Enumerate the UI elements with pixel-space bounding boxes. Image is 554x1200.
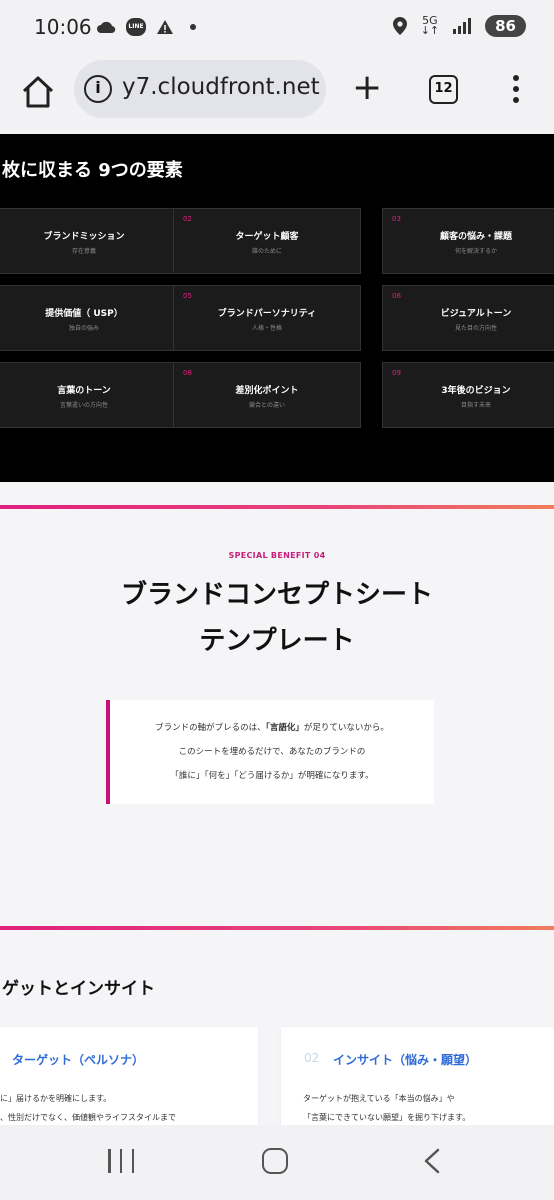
browser-toolbar: i y7.cloudfront.net + 12 bbox=[0, 56, 554, 134]
dot-icon bbox=[190, 24, 196, 30]
card-text-line-1: ターゲットが抱えている「本当の悩み」や bbox=[303, 1094, 455, 1103]
card-number: 03 bbox=[392, 215, 401, 223]
card-heading: インサイト（悩み・願望） bbox=[333, 1053, 478, 1067]
cloud-icon bbox=[97, 21, 116, 34]
gradient-divider bbox=[0, 926, 554, 930]
card-subtitle: 独自の強み bbox=[68, 325, 99, 332]
card-number: 06 bbox=[392, 292, 401, 300]
status-bar: 10:06 LINE 5G ↓↑ 86 bbox=[0, 0, 554, 56]
warning-icon bbox=[157, 20, 173, 34]
card-subtitle: 存在意義 bbox=[71, 248, 96, 255]
element-card: ブランドミッション 存在意義 bbox=[0, 208, 178, 274]
network-label: 5G bbox=[422, 14, 438, 27]
address-bar[interactable]: i y7.cloudfront.net bbox=[74, 60, 326, 118]
card-title: 差別化ポイント bbox=[235, 386, 299, 396]
quote-line-1-pre: ブランドの軸がブレるのは、 bbox=[155, 723, 266, 733]
recent-apps-icon[interactable] bbox=[108, 1149, 134, 1173]
quote-line-2: このシートを埋めるだけで、あなたのブランドの bbox=[178, 747, 366, 757]
card-heading: ターゲット（ペルソナ） bbox=[12, 1053, 145, 1067]
card-subtitle: 言葉遣いの方向性 bbox=[59, 402, 108, 409]
home-nav-icon[interactable] bbox=[262, 1148, 288, 1174]
element-card: 02 ターゲット顧客 誰のために bbox=[173, 208, 361, 274]
status-notifications: LINE bbox=[96, 18, 196, 36]
card-title: 言葉のトーン bbox=[57, 386, 111, 396]
card-title: 3年後のビジョン bbox=[441, 386, 511, 396]
benefit-label: SPECIAL BENEFIT 04 bbox=[228, 551, 326, 560]
card-title: 顧客の悩み・課題 bbox=[439, 232, 512, 242]
elements-section-title: 枚に収まる 9つの要素 bbox=[2, 160, 183, 181]
more-menu-icon[interactable] bbox=[506, 72, 526, 108]
status-time: 10:06 bbox=[34, 15, 92, 39]
network-type: 5G ↓↑ bbox=[420, 14, 440, 37]
element-card: 提供価値（ USP） 独自の強み bbox=[0, 285, 178, 351]
card-number: 02 bbox=[304, 1051, 320, 1065]
card-text-line-2: 「言葉にできていない願望」を掘り下げます。 bbox=[303, 1113, 471, 1122]
card-title: ターゲット顧客 bbox=[235, 232, 299, 242]
system-nav-bar bbox=[0, 1125, 554, 1200]
card-number: 08 bbox=[183, 369, 192, 377]
card-subtitle: 競合との違い bbox=[249, 402, 285, 409]
quote-line-1-post: が足りていないから。 bbox=[303, 723, 389, 733]
new-tab-icon[interactable]: + bbox=[352, 70, 382, 106]
card-title: ブランドミッション bbox=[43, 232, 125, 242]
element-card: 言葉のトーン 言葉遣いの方向性 bbox=[0, 362, 178, 428]
card-text-line-1: に」届けるかを明確にします。 bbox=[0, 1094, 112, 1103]
gradient-divider bbox=[0, 505, 554, 509]
line-app-label: LINE bbox=[128, 23, 144, 30]
card-text-line-2: 、性別だけでなく、価値観やライフスタイルまで bbox=[0, 1113, 176, 1122]
element-card: 08 差別化ポイント 競合との違い bbox=[173, 362, 361, 428]
card-subtitle: 見た目の方向性 bbox=[454, 325, 497, 332]
card-number: 09 bbox=[392, 369, 401, 377]
card-title: 提供価値（ USP） bbox=[45, 309, 123, 319]
quote-emphasis: 「言語化」 bbox=[265, 723, 304, 733]
elements-section: 枚に収まる 9つの要素 ブランドミッション 存在意義 02 ターゲット顧客 誰の… bbox=[0, 134, 554, 482]
card-number: 02 bbox=[183, 215, 192, 223]
tab-switcher-button[interactable]: 12 bbox=[429, 75, 458, 104]
card-subtitle: 何を解決するか bbox=[454, 248, 497, 255]
benefit-title-line1: ブランドコンセプトシート bbox=[120, 580, 433, 610]
battery-indicator: 86 bbox=[485, 15, 526, 37]
element-card: 03 顧客の悩み・課題 何を解決するか bbox=[382, 208, 554, 274]
element-card: 09 3年後のビジョン 目指す未来 bbox=[382, 362, 554, 428]
status-system-icons: 5G ↓↑ 86 bbox=[392, 14, 526, 37]
card-subtitle: 人格・性格 bbox=[251, 325, 282, 332]
back-icon[interactable] bbox=[420, 1147, 446, 1175]
benefit-quote-box: ブランドの軸がブレるのは、「言語化」が足りていないから。 このシートを埋めるだけ… bbox=[106, 700, 434, 804]
card-title: ビジュアルトーン bbox=[440, 309, 512, 319]
line-app-icon: LINE bbox=[126, 18, 146, 36]
benefit-title: ブランドコンセプトシート テンプレート bbox=[0, 572, 554, 664]
element-card: 06 ビジュアルトーン 見た目の方向性 bbox=[382, 285, 554, 351]
location-icon bbox=[392, 17, 407, 35]
card-number: 05 bbox=[183, 292, 192, 300]
card-title: ブランドパーソナリティ bbox=[217, 309, 317, 319]
card-subtitle: 目指す未来 bbox=[460, 402, 491, 409]
quote-line-1: ブランドの軸がブレるのは、「言語化」が足りていないから。 bbox=[110, 721, 434, 733]
site-info-icon[interactable]: i bbox=[84, 75, 112, 103]
home-icon[interactable] bbox=[18, 72, 58, 112]
card-subtitle: 誰のために bbox=[251, 248, 282, 255]
element-card: 05 ブランドパーソナリティ 人格・性格 bbox=[173, 285, 361, 351]
benefit-title-line2: テンプレート bbox=[199, 626, 355, 656]
quote-line-3: 「誰に」「何を」「どう届けるか」が明確になります。 bbox=[170, 771, 374, 781]
target-insight-title: ゲットとインサイト bbox=[2, 979, 155, 999]
signal-icon bbox=[453, 18, 472, 34]
url-text[interactable]: y7.cloudfront.net bbox=[122, 74, 320, 100]
